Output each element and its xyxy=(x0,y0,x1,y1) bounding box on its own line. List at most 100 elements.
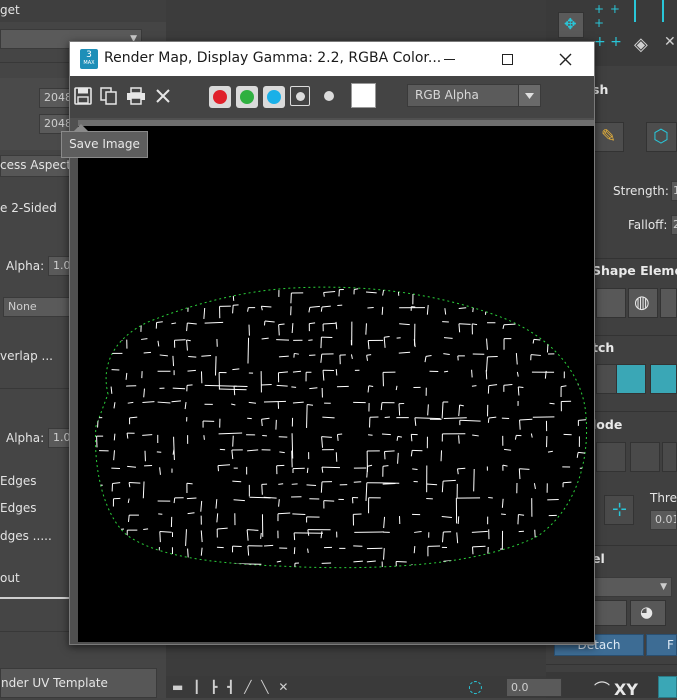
mode-button-2[interactable] xyxy=(630,442,660,472)
window-titlebar[interactable]: 3MAX Render Map, Display Gamma: 2.2, RGB… xyxy=(70,42,594,76)
stitch-button-2[interactable] xyxy=(616,364,646,394)
mode-button-1[interactable] xyxy=(596,442,626,472)
snap-circle-icon[interactable]: ◌ xyxy=(468,677,483,697)
rotate-icon: ◕ xyxy=(640,603,653,621)
clear-x-icon xyxy=(155,88,171,104)
channel-select[interactable]: RGB Alpha xyxy=(407,84,541,107)
print-image-button[interactable] xyxy=(125,85,147,107)
uv-edge xyxy=(549,403,554,404)
render-uv-template-label: nder UV Template xyxy=(1,676,108,690)
alpha-channel-toggle[interactable] xyxy=(290,86,310,106)
uv-edge xyxy=(187,370,195,371)
uv-edge xyxy=(459,324,471,325)
uv-edge xyxy=(293,371,301,372)
uv-edge xyxy=(111,547,115,548)
uv-edge xyxy=(504,324,515,325)
element-button-2[interactable]: ◕ xyxy=(630,600,666,626)
copy-image-button[interactable] xyxy=(98,85,120,107)
bottom-value-field[interactable]: 0.0 xyxy=(506,678,562,697)
edges-option-1[interactable]: Edges xyxy=(0,474,36,488)
xy-toggle[interactable]: XY xyxy=(614,680,638,699)
stitch-button-3[interactable] xyxy=(650,364,677,394)
monochrome-toggle[interactable] xyxy=(318,85,340,107)
render-canvas[interactable] xyxy=(78,120,594,642)
uv-edge xyxy=(517,372,518,377)
uv-edge xyxy=(157,322,163,323)
uv-edge xyxy=(591,291,592,297)
minimize-button[interactable] xyxy=(426,42,472,76)
mode-button-3[interactable] xyxy=(662,442,677,472)
uv-edge xyxy=(501,514,506,515)
uv-edge xyxy=(534,483,535,489)
second-action-button[interactable]: F xyxy=(646,634,677,656)
uv-edge xyxy=(414,546,415,553)
uv-edge xyxy=(535,530,536,548)
uv-edge xyxy=(187,323,188,331)
pin-icon[interactable]: ✕ xyxy=(664,34,676,50)
align-icon[interactable] xyxy=(634,0,664,22)
element-button-1[interactable] xyxy=(592,600,627,626)
sphere-shape-button[interactable]: ◍ xyxy=(628,288,658,318)
uv-edge xyxy=(202,561,214,562)
red-channel-icon xyxy=(213,90,227,104)
uv-edge xyxy=(130,417,138,418)
cylinder-shape-button[interactable] xyxy=(660,288,677,318)
uv-edge xyxy=(368,341,369,350)
uv-edge xyxy=(428,404,429,415)
uv-wireframe xyxy=(78,126,594,642)
two-sided-checkbox-label[interactable]: e 2-Sided xyxy=(0,201,57,215)
uv-edge xyxy=(336,369,337,375)
uv-edge xyxy=(579,340,580,349)
diamond-grid-icon[interactable]: ◈ xyxy=(634,34,648,55)
paint-brush-button[interactable]: ✎ xyxy=(594,122,624,152)
green-channel-toggle[interactable] xyxy=(236,86,258,108)
edges-option-2[interactable]: Edges xyxy=(0,501,36,515)
element-select[interactable]: ▼ xyxy=(592,577,672,597)
uv-edge xyxy=(489,385,497,386)
uv-edge xyxy=(578,419,589,420)
uv-edge xyxy=(504,385,513,386)
fill-mode-select[interactable]: None xyxy=(3,297,79,317)
render-uv-template-button[interactable]: nder UV Template xyxy=(0,668,157,698)
uv-edge xyxy=(500,548,501,558)
uv-edge xyxy=(592,498,593,509)
uv-edge xyxy=(351,354,352,358)
uv-edge xyxy=(128,499,129,503)
curve-icon[interactable]: ⌒ xyxy=(594,676,610,700)
grid-shape-button[interactable] xyxy=(596,288,626,318)
uv-edge xyxy=(383,290,384,295)
maximize-button[interactable] xyxy=(484,42,530,76)
uv-edge xyxy=(472,435,479,436)
overlap-label[interactable]: verlap ... xyxy=(0,349,53,363)
strength-field[interactable]: 1 xyxy=(671,181,677,201)
blue-channel-toggle[interactable] xyxy=(263,86,285,108)
falloff-field[interactable]: 2 xyxy=(671,215,677,235)
uv-edge xyxy=(173,388,185,389)
uv-edge xyxy=(442,517,452,518)
clear-image-button[interactable] xyxy=(152,85,174,107)
snap-grid-icon[interactable]: + + + xyxy=(594,2,622,24)
bottom-tool-icons[interactable]: ▬ ┃ ┣ ┫ ╱ ╲ ✕ xyxy=(172,680,291,694)
uv-edge xyxy=(279,324,285,325)
uv-edge xyxy=(563,482,571,483)
view-toggle-button[interactable] xyxy=(658,676,677,698)
uv-edge xyxy=(563,565,564,572)
weld-target-button[interactable]: ⊹ xyxy=(604,495,634,525)
uv-edge xyxy=(472,386,477,387)
close-button[interactable] xyxy=(542,42,588,76)
threshold-field[interactable]: 0.01 xyxy=(650,510,677,530)
relax-cube-button[interactable]: ⬡ xyxy=(646,122,677,152)
background-color-swatch[interactable] xyxy=(351,83,376,108)
edges-option-3[interactable]: dges ..... xyxy=(0,529,52,543)
move-tool-button[interactable]: ✥ xyxy=(558,12,584,38)
freeform-icon[interactable]: + + xyxy=(594,34,622,50)
uv-edge xyxy=(292,323,293,333)
red-channel-toggle[interactable] xyxy=(209,86,231,108)
uv-edge xyxy=(486,357,487,372)
uv-edge xyxy=(322,417,334,418)
uv-edge xyxy=(442,481,443,492)
uv-edge xyxy=(173,356,174,366)
save-image-button[interactable] xyxy=(72,85,94,107)
uv-edge xyxy=(308,549,309,553)
uv-edge xyxy=(160,532,161,543)
